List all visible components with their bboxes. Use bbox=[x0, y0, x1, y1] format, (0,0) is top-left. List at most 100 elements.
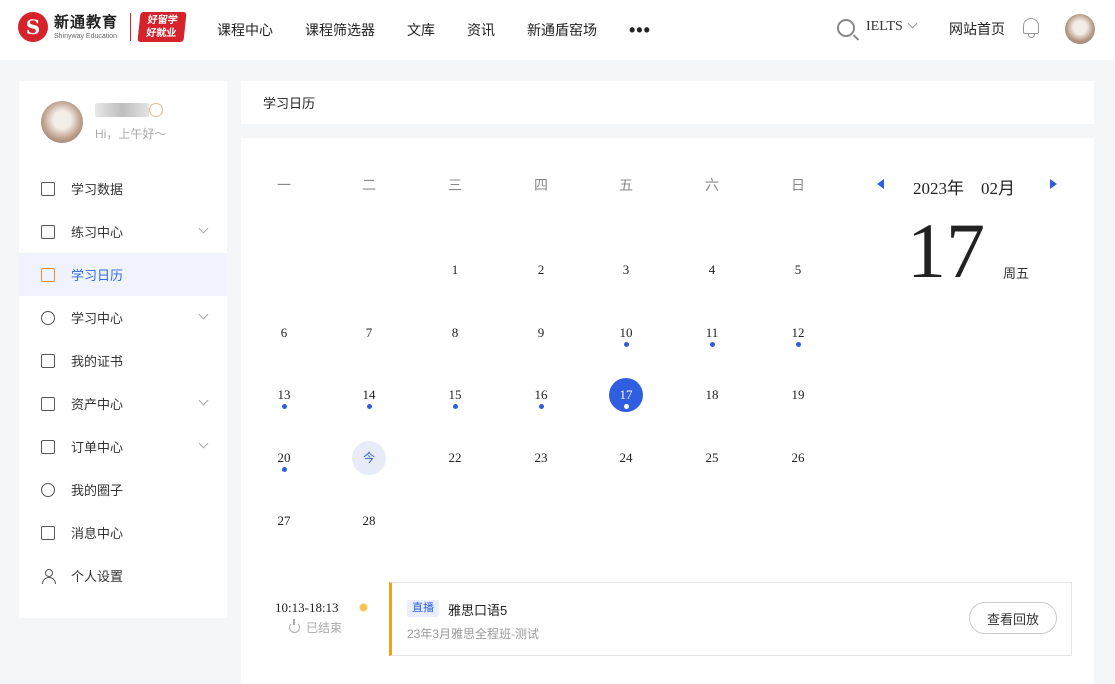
logo-english: Shinyway Education bbox=[54, 32, 118, 40]
nav-item-0[interactable]: 课程中心 bbox=[217, 20, 273, 40]
nav-item-4[interactable]: 新通盾窑场 bbox=[527, 20, 597, 40]
sidebar-item-label: 个人设置 bbox=[71, 569, 124, 584]
event-timeline-dot bbox=[359, 603, 368, 612]
calendar-day[interactable]: 3 bbox=[609, 253, 643, 287]
calendar-day[interactable]: 4 bbox=[695, 253, 729, 287]
calendar-day[interactable]: 17 bbox=[609, 378, 643, 412]
event-dot bbox=[539, 404, 544, 409]
calendar-day[interactable]: 23 bbox=[524, 441, 558, 475]
search-icon[interactable] bbox=[837, 19, 855, 37]
calendar-day[interactable]: 26 bbox=[781, 441, 815, 475]
calendar-day[interactable]: 20 bbox=[267, 441, 301, 475]
brand-logo[interactable]: S 新通教育 Shinyway Education 好留学 好就业 bbox=[18, 12, 187, 42]
weekday-label: 一 bbox=[277, 177, 291, 193]
sidebar: Hi，上午好～ 学习数据 练习中心 学习日历 学习中心 我的证书 资产中心 订单中心 我的圈子… bbox=[19, 81, 227, 618]
calendar-day[interactable]: 28 bbox=[352, 504, 386, 538]
calendar-day[interactable]: 8 bbox=[438, 316, 472, 350]
sidebar-item-2[interactable]: 学习日历 bbox=[19, 253, 227, 296]
practice-icon bbox=[41, 224, 55, 239]
logo-divider bbox=[130, 13, 132, 41]
calendar-day[interactable]: 18 bbox=[695, 378, 729, 412]
sidebar-item-9[interactable]: 个人设置 bbox=[19, 554, 227, 597]
nav-item-1[interactable]: 课程筛选器 bbox=[305, 20, 375, 40]
view-replay-button[interactable]: 查看回放 bbox=[969, 602, 1057, 634]
user-avatar[interactable] bbox=[41, 101, 83, 143]
calendar-day[interactable]: 14 bbox=[352, 378, 386, 412]
sidebar-item-label: 学习数据 bbox=[71, 182, 124, 197]
calendar-day[interactable]: 22 bbox=[438, 441, 472, 475]
sidebar-item-5[interactable]: 资产中心 bbox=[19, 382, 227, 425]
sidebar-item-8[interactable]: 消息中心 bbox=[19, 511, 227, 554]
event-card[interactable]: 直播 雅思口语5 23年3月雅思全程班-测试 查看回放 bbox=[389, 582, 1072, 656]
sidebar-item-label: 消息中心 bbox=[71, 526, 124, 541]
calendar-day[interactable]: 2 bbox=[524, 253, 558, 287]
sidebar-item-label: 资产中心 bbox=[71, 397, 124, 412]
calendar-day[interactable]: 5 bbox=[781, 253, 815, 287]
calendar-day[interactable]: 24 bbox=[609, 441, 643, 475]
calendar-day[interactable]: 9 bbox=[524, 316, 558, 350]
weekday-label: 日 bbox=[791, 177, 805, 193]
sidebar-item-6[interactable]: 订单中心 bbox=[19, 425, 227, 468]
sidebar-item-7[interactable]: 我的圈子 bbox=[19, 468, 227, 511]
sidebar-item-label: 学习日历 bbox=[71, 268, 124, 283]
sidebar-item-label: 学习中心 bbox=[71, 311, 124, 326]
calendar-day[interactable]: 1 bbox=[438, 253, 472, 287]
prev-month-icon[interactable] bbox=[877, 179, 884, 189]
calendar-day[interactable]: 12 bbox=[781, 316, 815, 350]
calendar-day[interactable]: 11 bbox=[695, 316, 729, 350]
calendar-day[interactable]: 19 bbox=[781, 378, 815, 412]
event-dot bbox=[282, 404, 287, 409]
site-home-link[interactable]: 网站首页 bbox=[949, 19, 1005, 39]
calendar-panel: 一二三四五六日 1 2 3 4 5 6 7 8 9 10 11 12 13 14 15 16 17 18 19 20 今… bbox=[241, 138, 1094, 684]
event-dot bbox=[453, 404, 458, 409]
person-icon bbox=[41, 568, 56, 584]
sidebar-item-1[interactable]: 练习中心 bbox=[19, 210, 227, 253]
event-subtitle: 23年3月雅思全程班-测试 bbox=[407, 627, 540, 641]
calendar-day[interactable]: 7 bbox=[352, 316, 386, 350]
nav-item-2[interactable]: 文库 bbox=[407, 20, 435, 40]
chevron-down-icon bbox=[907, 18, 918, 29]
calendar-icon bbox=[41, 267, 55, 282]
page-title: 学习日历 bbox=[241, 81, 1094, 124]
logo-name: 新通教育 bbox=[54, 13, 119, 31]
month-label: 2023年 02月 bbox=[913, 179, 1015, 198]
chevron-down-icon bbox=[198, 395, 209, 406]
calendar-day[interactable]: 25 bbox=[695, 441, 729, 475]
selected-date: 17 bbox=[907, 207, 985, 294]
event-dot bbox=[624, 404, 629, 409]
event-time: 10:13-18:13 bbox=[275, 600, 339, 615]
calendar-day[interactable]: 6 bbox=[267, 316, 301, 350]
event-dot bbox=[282, 467, 287, 472]
calendar-day[interactable]: 16 bbox=[524, 378, 558, 412]
clipboard-icon bbox=[41, 439, 55, 454]
nav-item-3[interactable]: 资讯 bbox=[467, 20, 495, 40]
graduation-cap-icon bbox=[41, 310, 55, 325]
header-avatar[interactable] bbox=[1065, 14, 1095, 44]
bell-icon[interactable] bbox=[1023, 18, 1039, 38]
next-month-icon[interactable] bbox=[1050, 179, 1057, 189]
sidebar-item-label: 订单中心 bbox=[71, 440, 124, 455]
sidebar-item-0[interactable]: 学习数据 bbox=[19, 167, 227, 210]
calendar-day[interactable]: 10 bbox=[609, 316, 643, 350]
sidebar-item-4[interactable]: 我的证书 bbox=[19, 339, 227, 382]
selected-weekday: 周五 bbox=[1003, 266, 1030, 281]
event-tag: 直播 bbox=[407, 600, 439, 617]
event-dot bbox=[624, 342, 629, 347]
chevron-down-icon bbox=[198, 438, 209, 449]
sidebar-menu: 学习数据练习中心学习日历学习中心我的证书资产中心订单中心我的圈子消息中心个人设置 bbox=[19, 167, 227, 597]
more-icon[interactable]: ••• bbox=[629, 20, 651, 41]
calendar-day[interactable]: 27 bbox=[267, 504, 301, 538]
calendar-day[interactable]: 15 bbox=[438, 378, 472, 412]
sidebar-item-label: 练习中心 bbox=[71, 225, 124, 240]
exam-select[interactable]: IELTS bbox=[866, 18, 918, 35]
event-dot bbox=[367, 404, 372, 409]
chevron-down-icon bbox=[198, 223, 209, 234]
event-dot bbox=[796, 342, 801, 347]
calendar-day-today[interactable]: 今 bbox=[352, 441, 386, 475]
logo-badge: 好留学 好就业 bbox=[137, 12, 187, 42]
power-icon bbox=[289, 619, 300, 633]
sidebar-item-3[interactable]: 学习中心 bbox=[19, 296, 227, 339]
calendar-day[interactable]: 13 bbox=[267, 378, 301, 412]
logo-mark: S bbox=[18, 12, 48, 42]
message-icon bbox=[41, 525, 55, 540]
